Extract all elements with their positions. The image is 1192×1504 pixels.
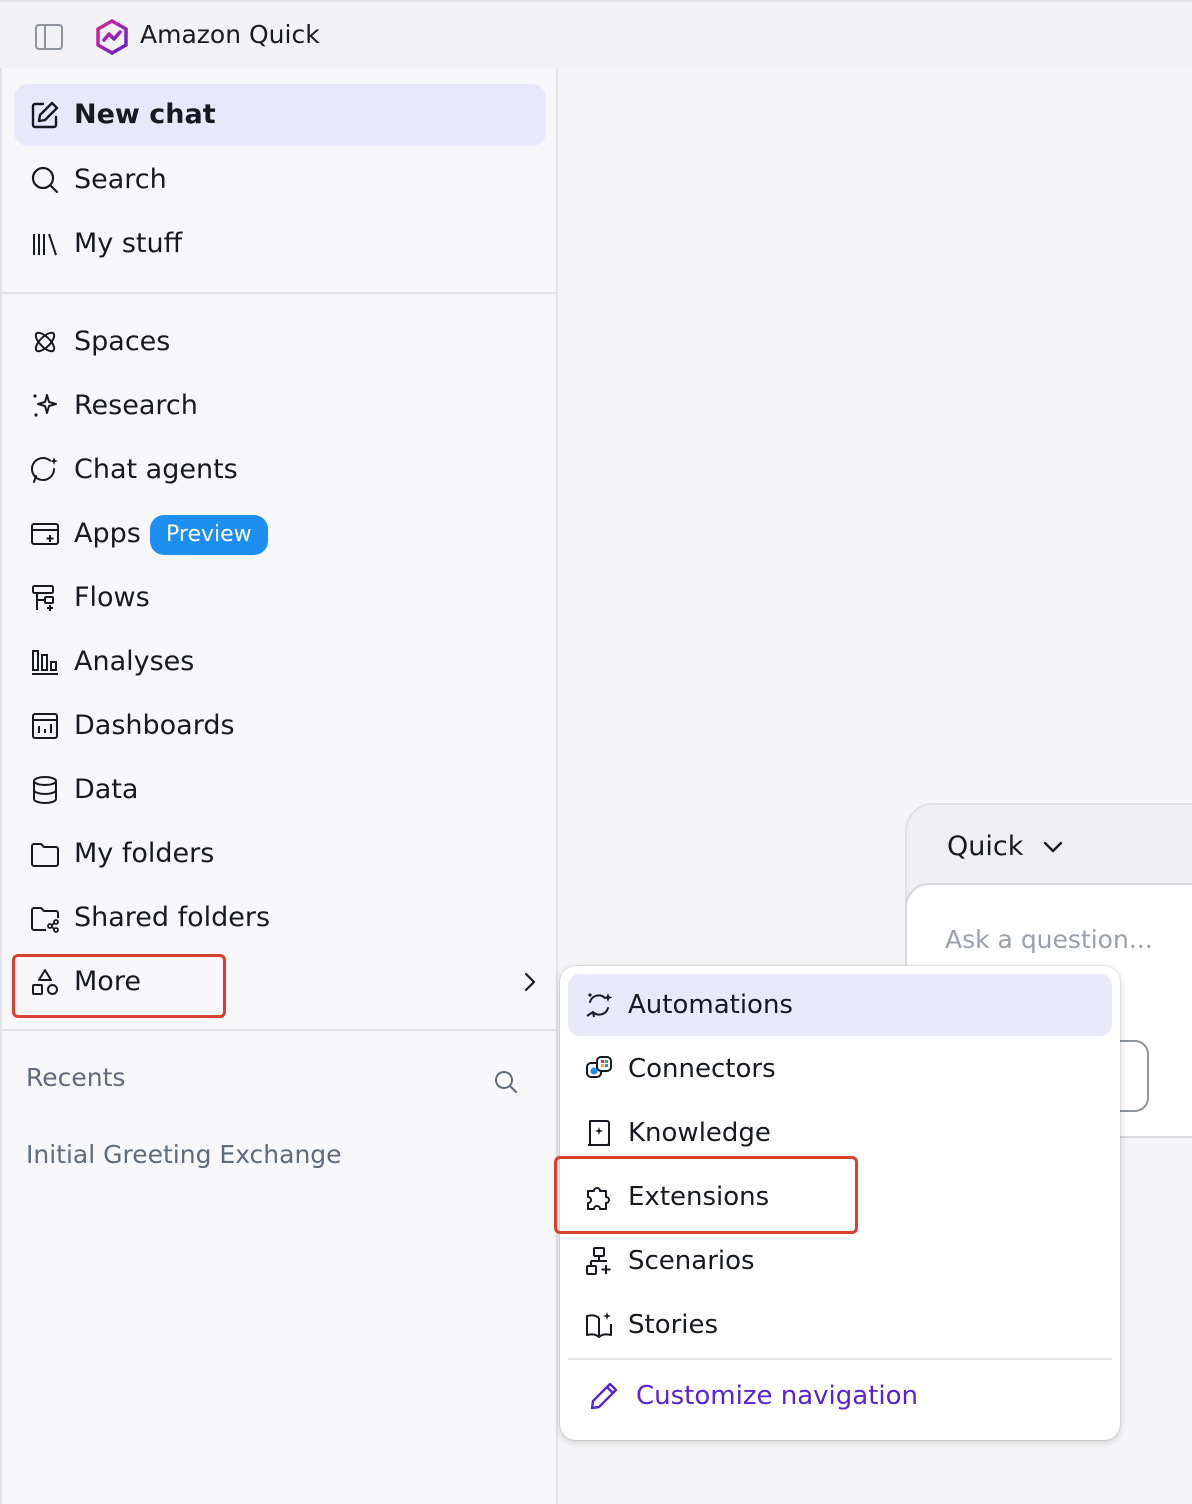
shared-folders-label: Shared folders [74,902,271,933]
spaces-label: Spaces [74,326,171,357]
data-label: Data [74,774,139,805]
connectors-label: Connectors [628,1054,776,1084]
my-folders-label: My folders [74,838,215,869]
sidebar-divider [0,1029,556,1031]
library-icon [30,229,60,259]
recent-item[interactable]: Initial Greeting Exchange [26,1140,342,1169]
menu-item-connectors[interactable]: Connectors [568,1038,1112,1100]
sidebar-divider [0,292,556,294]
automations-label: Automations [628,990,793,1020]
sidebar-item-data[interactable]: Data [14,759,546,821]
dashboard-icon [30,711,60,741]
customize-navigation-link[interactable]: Customize navigation [568,1366,1112,1428]
edit-icon [30,100,60,130]
apps-icon [30,519,60,549]
chevron-right-icon[interactable] [518,970,542,994]
chat-mode-label: Quick [947,831,1024,862]
new-chat-label: New chat [74,99,216,130]
recents-title: Recents [26,1063,126,1092]
sidebar-item-apps[interactable]: Apps Preview [14,503,546,565]
folder-icon [30,839,60,869]
flows-icon [30,583,60,613]
stories-icon [584,1310,614,1340]
sidebar-item-analyses[interactable]: Analyses [14,631,546,693]
more-highlight-box [12,954,226,1018]
sparkle-icon [30,391,60,421]
chevron-down-icon [1041,835,1065,859]
my-stuff-label: My stuff [74,228,183,259]
chat-input-placeholder: Ask a question... [945,925,1153,954]
menu-item-automations[interactable]: Automations [568,974,1112,1036]
dashboards-label: Dashboards [74,710,235,741]
spaces-icon [30,327,60,357]
chat-agent-icon [30,455,60,485]
sidebar-item-spaces[interactable]: Spaces [14,311,546,373]
sidebar-item-shared-folders[interactable]: Shared folders [14,887,546,949]
research-label: Research [74,390,198,421]
pencil-icon [588,1380,620,1412]
bar-chart-icon [30,647,60,677]
preview-badge: Preview [150,515,268,555]
stories-label: Stories [628,1310,719,1340]
app-title: Amazon Quick [140,20,320,49]
menu-divider [568,1358,1112,1360]
extensions-highlight-box [554,1156,858,1234]
search-label: Search [74,164,167,195]
scenarios-label: Scenarios [628,1246,755,1276]
knowledge-label: Knowledge [628,1118,771,1148]
recents-search-icon[interactable] [492,1068,520,1096]
chat-agents-label: Chat agents [74,454,238,485]
sidebar-item-my-stuff[interactable]: My stuff [14,213,546,275]
apps-label: Apps [74,518,141,549]
new-chat-button[interactable]: New chat [14,84,546,146]
automations-icon [584,990,614,1020]
sidebar-item-dashboards[interactable]: Dashboards [14,695,546,757]
scenarios-icon [584,1246,614,1276]
menu-item-scenarios[interactable]: Scenarios [568,1230,1112,1292]
database-icon [30,775,60,805]
amazon-quick-logo-icon [93,18,131,56]
sidebar-item-chat-agents[interactable]: Chat agents [14,439,546,501]
connectors-icon [584,1054,614,1084]
analyses-label: Analyses [74,646,195,677]
menu-item-knowledge[interactable]: Knowledge [568,1102,1112,1164]
sidebar-item-research[interactable]: Research [14,375,546,437]
sidebar-item-search[interactable]: Search [14,149,546,211]
sidebar-toggle-icon[interactable] [34,22,64,52]
shared-folder-icon [30,903,60,933]
top-bar: Amazon Quick [0,0,1192,68]
flows-label: Flows [74,582,150,613]
sidebar-item-my-folders[interactable]: My folders [14,823,546,885]
search-icon [30,165,60,195]
sidebar-item-flows[interactable]: Flows [14,567,546,629]
knowledge-icon [584,1118,614,1148]
customize-navigation-label: Customize navigation [636,1381,919,1411]
menu-item-stories[interactable]: Stories [568,1294,1112,1356]
